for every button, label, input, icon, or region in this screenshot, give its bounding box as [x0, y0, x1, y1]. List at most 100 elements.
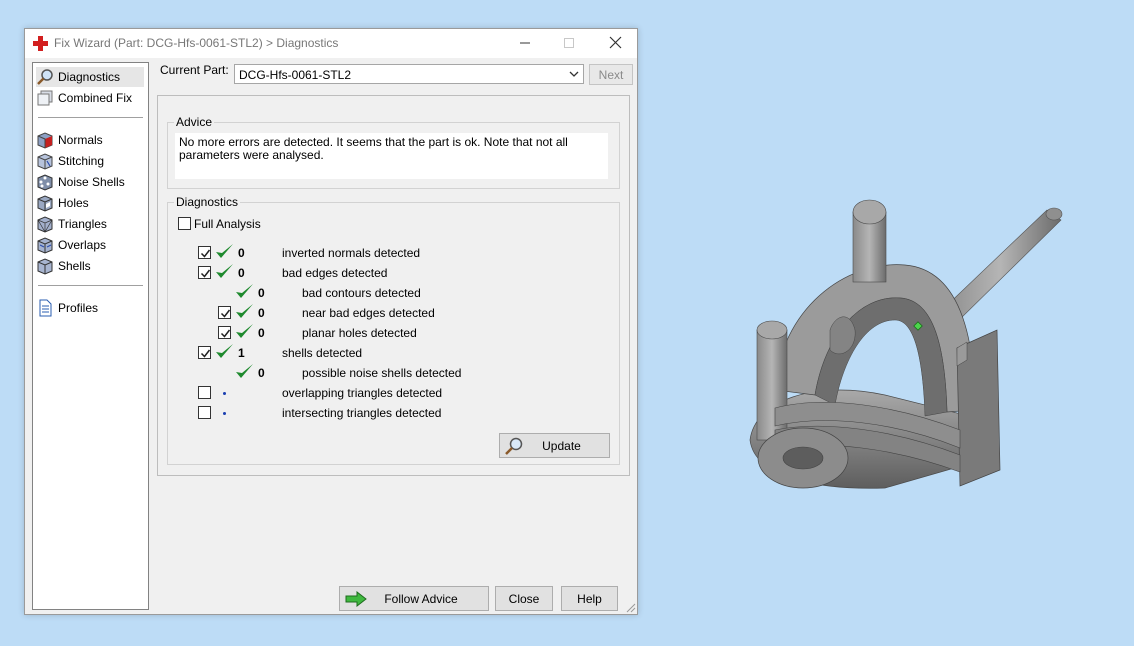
diagnostic-label: possible noise shells detected: [302, 366, 462, 380]
green-check-icon: [236, 304, 253, 318]
resize-grip-icon[interactable]: [625, 602, 636, 613]
count-value: 0: [258, 306, 265, 320]
sidebar-item-shells[interactable]: Shells: [36, 256, 144, 276]
intersecting-triangles-checkbox[interactable]: [198, 406, 211, 419]
sidebar-item-noise-shells[interactable]: Noise Shells: [36, 172, 144, 192]
sidebar-item-normals[interactable]: Normals: [36, 130, 144, 150]
close-icon[interactable]: [604, 33, 626, 53]
advice-group: Advice No more errors are detected. It s…: [167, 115, 620, 189]
maximize-icon[interactable]: [558, 33, 580, 53]
diagnostics-group: Diagnostics Full Analysis 0 inverted nor…: [167, 195, 620, 465]
near-bad-edges-checkbox[interactable]: [218, 306, 231, 319]
diagnostic-label: shells detected: [282, 346, 363, 360]
sidebar-item-label: Normals: [58, 133, 103, 147]
sidebar-item-label: Triangles: [58, 217, 107, 231]
count-value: 0: [258, 366, 265, 380]
minimize-icon[interactable]: [514, 33, 536, 53]
green-check-icon: [216, 264, 233, 278]
sidebar-item-stitching[interactable]: Stitching: [36, 151, 144, 171]
diagnostic-label: bad edges detected: [282, 266, 388, 280]
sidebar-item-combined-fix[interactable]: Combined Fix: [36, 88, 144, 108]
sidebar-separator: [38, 285, 143, 286]
count-value: 0: [258, 286, 265, 300]
green-check-icon: [236, 284, 253, 298]
sidebar-item-label: Shells: [58, 259, 91, 273]
diagnostic-label: planar holes detected: [302, 326, 417, 340]
current-part-value: DCG-Hfs-0061-STL2: [239, 68, 352, 82]
sidebar-item-label: Profiles: [58, 301, 99, 315]
diagnostic-label: overlapping triangles detected: [282, 386, 443, 400]
sidebar-separator: [38, 117, 143, 118]
diagnostic-label: intersecting triangles detected: [282, 406, 442, 420]
sidebar-item-triangles[interactable]: Triangles: [36, 214, 144, 234]
triangles-cube-icon: [37, 216, 53, 233]
diagnostics-title: Diagnostics: [174, 195, 241, 209]
full-analysis-checkbox[interactable]: [178, 217, 191, 230]
advice-title: Advice: [174, 115, 215, 129]
follow-advice-button[interactable]: Follow Advice: [339, 586, 489, 611]
not-analysed-dot-icon: [223, 392, 226, 395]
sidebar-item-overlaps[interactable]: Overlaps: [36, 235, 144, 255]
count-value: 0: [238, 246, 245, 260]
count-value: 1: [238, 346, 245, 360]
not-analysed-dot-icon: [223, 412, 226, 415]
sidebar-item-label: Combined Fix: [58, 91, 133, 105]
green-check-icon: [216, 344, 233, 358]
noise-shells-cube-icon: [37, 174, 53, 191]
planar-holes-checkbox[interactable]: [218, 326, 231, 339]
chevron-down-icon: [569, 71, 579, 77]
help-button[interactable]: Help: [561, 586, 618, 611]
next-button[interactable]: Next: [589, 64, 633, 85]
follow-advice-label: Follow Advice: [384, 591, 458, 606]
sidebar-item-holes[interactable]: Holes: [36, 193, 144, 213]
profiles-document-icon: [39, 299, 52, 317]
bad-edges-checkbox[interactable]: [198, 266, 211, 279]
next-button-label: Next: [598, 67, 624, 82]
title-bar[interactable]: Fix Wizard (Part: DCG-Hfs-0061-STL2) > D…: [25, 29, 637, 58]
full-analysis-label: Full Analysis: [194, 217, 261, 231]
diagnostic-label: near bad edges detected: [302, 306, 435, 320]
diagnostic-label: bad contours detected: [302, 286, 421, 300]
overlaps-cube-icon: [37, 237, 53, 254]
current-part-dropdown[interactable]: DCG-Hfs-0061-STL2: [234, 64, 584, 84]
fix-wizard-dialog: Fix Wizard (Part: DCG-Hfs-0061-STL2) > D…: [24, 28, 638, 615]
update-label: Update: [542, 438, 581, 453]
count-value: 0: [258, 326, 265, 340]
window-title: Fix Wizard (Part: DCG-Hfs-0061-STL2) > D…: [54, 36, 339, 50]
check-mark-icon: [200, 349, 211, 358]
sidebar-item-profiles[interactable]: Profiles: [36, 298, 144, 318]
sidebar: Diagnostics Combined Fix Normals Stitchi…: [32, 62, 149, 610]
overlapping-triangles-checkbox[interactable]: [198, 386, 211, 399]
check-mark-icon: [220, 309, 231, 318]
red-cross-icon: [33, 36, 48, 51]
shells-cube-icon: [37, 258, 53, 275]
stitching-cube-icon: [37, 153, 53, 170]
sidebar-item-label: Diagnostics: [58, 70, 121, 84]
magnifier-icon: [505, 437, 523, 455]
holes-cube-icon: [37, 195, 53, 212]
green-check-icon: [236, 324, 253, 338]
main-panel: Advice No more errors are detected. It s…: [157, 95, 630, 476]
check-mark-icon: [220, 329, 231, 338]
update-button[interactable]: Update: [499, 433, 610, 458]
green-check-icon: [216, 244, 233, 258]
current-part-label: Current Part:: [160, 63, 229, 77]
sidebar-item-label: Stitching: [58, 154, 105, 168]
sidebar-item-label: Holes: [58, 196, 89, 210]
sidebar-item-label: Overlaps: [58, 238, 107, 252]
inverted-normals-checkbox[interactable]: [198, 246, 211, 259]
diagnostic-label: inverted normals detected: [282, 246, 421, 260]
count-value: 0: [238, 266, 245, 280]
check-mark-icon: [200, 269, 211, 278]
combined-fix-icon: [37, 90, 53, 106]
3d-part-model[interactable]: [735, 190, 1075, 500]
advice-line: parameters were analysed.: [179, 148, 324, 162]
check-mark-icon: [200, 249, 211, 258]
normals-cube-icon: [37, 132, 53, 149]
close-label: Close: [508, 591, 540, 606]
close-button[interactable]: Close: [495, 586, 553, 611]
sidebar-item-diagnostics[interactable]: Diagnostics: [36, 67, 144, 87]
help-label: Help: [577, 591, 602, 606]
shells-checkbox[interactable]: [198, 346, 211, 359]
advice-text: No more errors are detected. It seems th…: [175, 133, 608, 179]
